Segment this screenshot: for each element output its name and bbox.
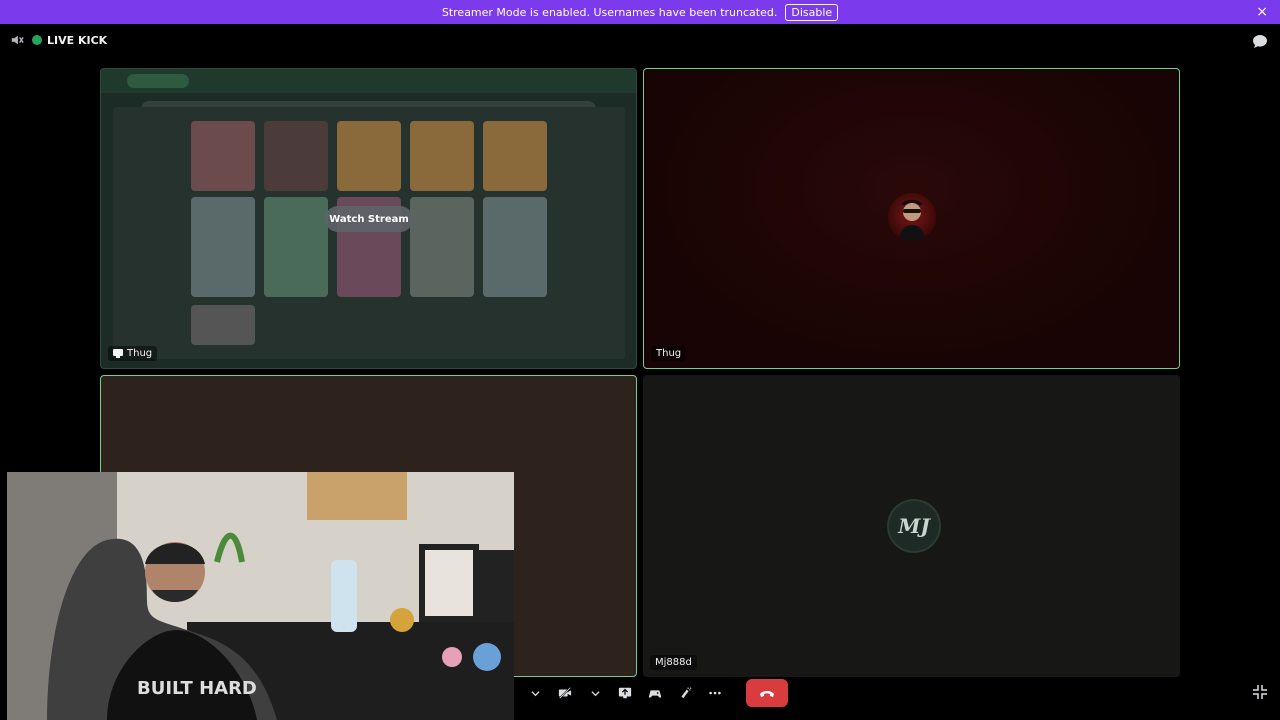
speaker-icon[interactable] xyxy=(10,33,24,47)
disconnect-button[interactable] xyxy=(746,679,788,707)
soundboard-button[interactable] xyxy=(670,680,700,706)
more-icon xyxy=(709,691,721,695)
participant-name-tag: Mj888d xyxy=(650,655,697,670)
svg-text:BUILT HARD: BUILT HARD xyxy=(137,678,257,699)
avatar xyxy=(888,193,936,241)
video-options-button[interactable] xyxy=(580,680,610,706)
stream-preview-header xyxy=(101,69,636,93)
soundboard-icon xyxy=(681,687,692,699)
watch-stream-button[interactable]: Watch Stream xyxy=(325,206,413,232)
stream-card xyxy=(191,305,255,345)
toggle-video-button[interactable] xyxy=(550,680,580,706)
more-options-button[interactable] xyxy=(700,680,730,706)
avatar-person-icon xyxy=(898,199,926,241)
participant-name: Thug xyxy=(127,348,153,359)
participant-name-tag: Thug xyxy=(108,346,158,361)
activities-button[interactable] xyxy=(640,680,670,706)
close-icon[interactable]: × xyxy=(1256,4,1268,20)
avatar: MJ xyxy=(887,499,941,553)
stream-card xyxy=(483,121,547,191)
channel-title: LIVE KICK xyxy=(47,33,108,47)
stream-card xyxy=(483,197,547,297)
activity-icon xyxy=(648,690,662,698)
screen-share-icon xyxy=(113,349,123,358)
disable-streamer-mode-button[interactable]: Disable xyxy=(785,3,839,21)
hang-up-icon xyxy=(760,691,774,697)
stream-preview-content xyxy=(113,107,625,359)
stream-tile[interactable]: Watch Stream Thug xyxy=(100,68,637,369)
stream-card xyxy=(410,121,474,191)
participant-name: Thug xyxy=(656,348,682,359)
participant-tile[interactable]: MJ Mj888d xyxy=(643,375,1180,677)
stream-card xyxy=(410,197,474,297)
call-header: LIVE KICK xyxy=(10,30,107,50)
chevron-down-icon xyxy=(590,690,600,696)
call-controls xyxy=(520,679,788,707)
stream-preview-pill xyxy=(127,74,189,88)
webcam-video: BUILT HARD xyxy=(7,472,514,720)
stream-card xyxy=(191,121,255,191)
share-screen-button[interactable] xyxy=(610,680,640,706)
chevron-down-icon xyxy=(530,690,540,696)
share-screen-icon xyxy=(618,687,632,699)
camera-options-button[interactable] xyxy=(520,680,550,706)
participant-name: Mj888d xyxy=(655,657,692,668)
streamer-mode-banner: Streamer Mode is enabled. Usernames have… xyxy=(0,0,1280,24)
participant-name-tag: Thug xyxy=(651,346,687,361)
stream-card xyxy=(264,197,328,297)
stream-card xyxy=(337,121,401,191)
chat-icon[interactable] xyxy=(1252,33,1268,49)
stream-card xyxy=(191,197,255,297)
live-status-dot xyxy=(32,35,42,45)
webcam-overlay: BUILT HARD xyxy=(7,472,514,720)
exit-fullscreen-icon[interactable] xyxy=(1252,684,1268,700)
stream-card xyxy=(264,121,328,191)
banner-message: Streamer Mode is enabled. Usernames have… xyxy=(441,5,778,19)
participant-tile[interactable]: Thug xyxy=(643,68,1180,369)
video-off-icon xyxy=(558,687,572,699)
